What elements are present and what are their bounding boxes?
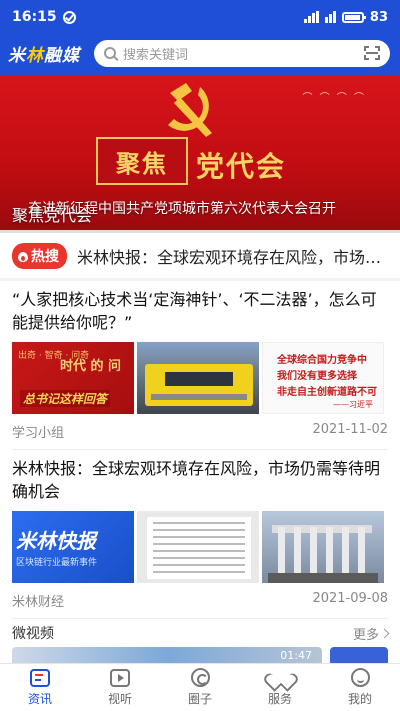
featured-banner[interactable]: ⌒ ⌒ ⌒ ⌒ 聚焦 党代会 奋进新征程中国共产党项城市第六次代表大会召开 聚焦…	[0, 75, 400, 230]
party-emblem-icon	[168, 83, 212, 137]
truck-image	[145, 364, 253, 406]
article-thumbnail[interactable]	[137, 342, 259, 414]
search-placeholder: 搜索关键词	[123, 47, 189, 63]
article-card[interactable]: 米林快报：全球宏观环境存在风险，市场仍需等待明确机会 米林快报 区块链行业最新事…	[0, 450, 400, 619]
article-date: 2021-09-08	[312, 591, 388, 606]
nav-item-video[interactable]: 视听	[80, 664, 160, 711]
micro-video-section: 微视频 更多	[0, 619, 400, 647]
hot-search-bar[interactable]: 热搜 米林快报：全球宏观环境存在风险，市场仍需等待明确机会	[0, 230, 400, 278]
article-thumbnail[interactable]: 米林快报 区块链行业最新事件	[12, 511, 134, 583]
article-thumbnails: 米林快报 区块链行业最新事件	[12, 511, 388, 583]
video-strip: 01:47	[0, 647, 400, 663]
article-thumbnails: 出奇 · 智奇 · 问奇 时代 的 问 总书记这样回答 全球综合国力竞争中 我们…	[12, 342, 388, 414]
video-duration: 01:47	[280, 649, 312, 662]
chevron-right-icon	[379, 628, 390, 638]
article-date: 2021-11-02	[312, 422, 388, 437]
nav-item-service[interactable]: 服务	[240, 664, 320, 711]
fire-icon	[18, 250, 28, 262]
article-title[interactable]: “人家把核心技术当‘定海神针’、‘不二法器’，怎么可能提供给你呢？”	[12, 288, 388, 334]
video-thumbnail[interactable]: 01:47	[12, 647, 322, 663]
article-card[interactable]: “人家把核心技术当‘定海神针’、‘不二法器’，怎么可能提供给你呢？” 出奇 · …	[0, 281, 400, 450]
me-icon	[350, 668, 370, 687]
app-logo: 米林融媒	[8, 45, 80, 66]
scan-icon[interactable]	[364, 46, 380, 60]
hot-search-text[interactable]: 米林快报：全球宏观环境存在风险，市场仍需等待明确机会	[77, 244, 388, 268]
birds-decoration: ⌒ ⌒ ⌒ ⌒	[302, 93, 366, 104]
article-thumbnail[interactable]: 全球综合国力竞争中 我们没有更多选择 非走自主创新道路不可 ——习近平	[262, 342, 384, 414]
news-icon	[30, 668, 50, 687]
section-title: 微视频	[12, 626, 54, 642]
battery-level: 83	[369, 9, 388, 25]
banner-party-label: 党代会	[196, 150, 287, 183]
nav-item-me[interactable]: 我的	[320, 664, 400, 711]
nav-item-circle[interactable]: 圈子	[160, 664, 240, 711]
signal-icon	[303, 11, 319, 23]
news-feed: “人家把核心技术当‘定海神针’、‘不二法器’，怎么可能提供给你呢？” 出奇 · …	[0, 281, 400, 663]
article-thumbnail[interactable]: 出奇 · 智奇 · 问奇 时代 的 问 总书记这样回答	[12, 342, 134, 414]
status-bar: 16:15 83	[0, 0, 400, 34]
bottom-nav: 资讯 视听 圈子 服务 我的	[0, 663, 400, 711]
search-icon	[104, 47, 116, 59]
circle-icon	[190, 668, 210, 687]
article-source: 米林财经	[12, 595, 65, 610]
wifi-icon	[324, 11, 336, 23]
app-header: 16:15 83 米林融媒 搜索关键词	[0, 0, 400, 75]
document-image	[147, 517, 251, 579]
check-circle-icon	[62, 10, 76, 24]
article-thumbnail[interactable]	[137, 511, 259, 583]
hot-badge: 热搜	[12, 242, 67, 269]
status-time: 16:15	[12, 9, 57, 25]
video-icon	[110, 668, 130, 687]
banner-caption: 聚焦党代会	[12, 206, 93, 225]
banner-focus-label: 聚焦	[96, 137, 188, 185]
battery-icon	[341, 11, 366, 23]
heart-icon	[270, 669, 290, 687]
search-input[interactable]: 搜索关键词	[94, 39, 390, 67]
article-source: 学习小组	[12, 426, 65, 441]
video-thumbnail[interactable]	[330, 647, 388, 663]
article-title[interactable]: 米林快报：全球宏观环境存在风险，市场仍需等待明确机会	[12, 457, 388, 503]
nav-item-news[interactable]: 资讯	[0, 664, 80, 711]
article-thumbnail[interactable]	[262, 511, 384, 583]
more-link[interactable]: 更多	[353, 624, 390, 643]
